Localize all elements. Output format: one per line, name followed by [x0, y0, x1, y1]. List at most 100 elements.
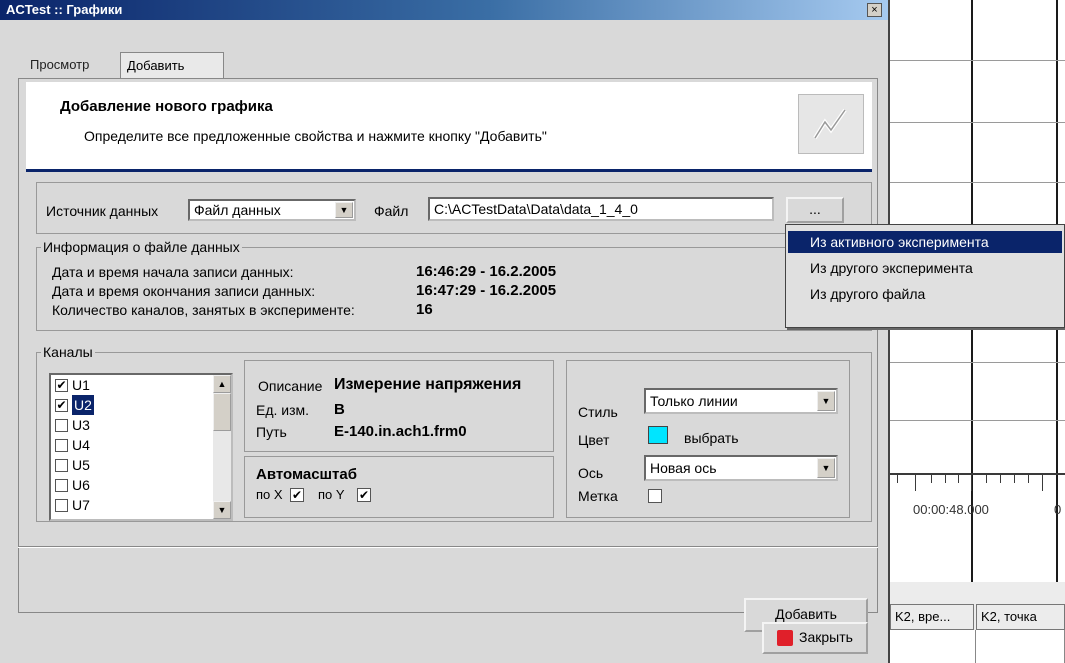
list-item[interactable]: U5: [51, 455, 231, 475]
channel-checkbox[interactable]: [55, 478, 68, 492]
time-axis-label-cut: 0: [1054, 502, 1062, 517]
browse-button[interactable]: ...: [786, 197, 844, 223]
axis-tick: [958, 475, 959, 483]
mark-label: Метка: [578, 488, 618, 504]
channel-label: U1: [72, 377, 90, 393]
plot-grid-line: [887, 122, 1065, 123]
color-label: Цвет: [578, 432, 610, 448]
channel-label: U7: [72, 497, 90, 513]
source-select[interactable]: Файл данных ▼: [188, 199, 356, 221]
axis-tick: [971, 475, 972, 491]
page-title: Добавление нового графика: [60, 98, 273, 115]
scroll-up-icon[interactable]: ▲: [213, 375, 231, 393]
channels-group-label: Каналы: [41, 344, 95, 360]
list-item[interactable]: ✔ U1: [51, 375, 231, 395]
channel-count-value: 16: [416, 301, 433, 318]
axis-tick: [897, 475, 898, 483]
axis-tick: [1014, 475, 1015, 483]
list-item[interactable]: U3: [51, 415, 231, 435]
description-label: Описание: [258, 378, 323, 394]
axis-label: Ось: [578, 465, 604, 481]
plot-grid-line: [887, 182, 1065, 183]
channel-label: U2: [72, 395, 94, 415]
scroll-thumb[interactable]: [213, 393, 231, 431]
channel-list-scrollbar[interactable]: ▲ ▼: [213, 375, 231, 519]
channel-label: U6: [72, 477, 90, 493]
source-popup-menu: Из активного эксперимента Из другого экс…: [785, 224, 1065, 328]
close-button-label: Закрыть: [799, 629, 853, 645]
close-icon[interactable]: ×: [867, 3, 882, 17]
stop-icon: [777, 630, 794, 647]
path-label: Путь: [256, 424, 287, 440]
end-time-label: Дата и время окончания записи данных:: [52, 283, 316, 299]
style-select-value: Только линии: [650, 393, 738, 409]
channel-checkbox[interactable]: [55, 418, 68, 432]
list-item[interactable]: U4: [51, 435, 231, 455]
chevron-down-icon[interactable]: ▼: [335, 202, 353, 218]
channel-checkbox[interactable]: ✔: [55, 398, 68, 412]
title-bar[interactable]: ACTest :: Графики ×: [0, 0, 888, 20]
tab-add[interactable]: Добавить: [120, 52, 224, 78]
axis-tick: [1042, 475, 1043, 491]
plot-grid-line: [887, 60, 1065, 61]
autoscale-x-checkbox[interactable]: ✔: [290, 488, 304, 502]
tab-view[interactable]: Просмотр: [24, 52, 120, 78]
menu-item-active-experiment[interactable]: Из активного эксперимента: [788, 231, 1062, 253]
channel-checkbox[interactable]: [55, 458, 68, 472]
chevron-down-icon[interactable]: ▼: [817, 458, 835, 478]
mark-checkbox[interactable]: [648, 489, 662, 503]
close-button[interactable]: Закрыть: [762, 622, 868, 654]
menu-item-other-experiment[interactable]: Из другого эксперимента: [788, 257, 1062, 279]
unit-label: Ед. изм.: [256, 402, 310, 418]
divider: [18, 546, 878, 548]
color-swatch[interactable]: [648, 426, 668, 444]
autoscale-y-checkbox[interactable]: ✔: [357, 488, 371, 502]
axis-select[interactable]: Новая ось ▼: [644, 455, 838, 481]
axis-tick: [1000, 475, 1001, 483]
channel-label: U4: [72, 437, 90, 453]
file-label: Файл: [374, 203, 409, 219]
time-axis-label: 00:00:48.000: [913, 502, 989, 517]
list-item[interactable]: U6: [51, 475, 231, 495]
chevron-down-icon[interactable]: ▼: [817, 391, 835, 411]
end-time-value: 16:47:29 - 16.2.2005: [416, 282, 557, 299]
axis-tick: [986, 475, 987, 483]
channel-label: U5: [72, 457, 90, 473]
menu-item-other-file[interactable]: Из другого файла: [788, 283, 1062, 305]
grid-cell[interactable]: [976, 630, 1065, 663]
scroll-down-icon[interactable]: ▼: [213, 501, 231, 519]
list-item[interactable]: U7: [51, 495, 231, 515]
chart-wizard-icon: [798, 94, 864, 154]
window-title: ACTest :: Графики: [6, 2, 123, 17]
axis-tick: [1028, 475, 1029, 483]
channel-checkbox[interactable]: [55, 498, 68, 512]
column-header[interactable]: K2, вре...: [890, 604, 974, 630]
path-value: E-140.in.ach1.frm0: [334, 423, 467, 440]
autoscale-x-label: по X: [256, 487, 283, 502]
channel-checkbox[interactable]: [55, 438, 68, 452]
color-choose-link[interactable]: выбрать: [684, 430, 739, 446]
column-header[interactable]: K2, точка: [976, 604, 1065, 630]
source-select-value: Файл данных: [194, 202, 281, 218]
channel-checkbox[interactable]: ✔: [55, 378, 68, 392]
axis-tick: [915, 475, 916, 491]
unit-value: В: [334, 401, 345, 418]
list-item[interactable]: ✔ U2: [51, 395, 231, 415]
grid-cell[interactable]: [890, 630, 976, 663]
plot-grid-line: [887, 362, 1065, 363]
description-value: Измерение напряжения: [334, 376, 522, 393]
axis-tick: [945, 475, 946, 483]
start-time-value: 16:46:29 - 16.2.2005: [416, 263, 557, 280]
channel-label: U3: [72, 417, 90, 433]
file-info-group-label: Информация о файле данных: [41, 239, 242, 255]
channel-list[interactable]: ✔ U1 ✔ U2 U3 U4 U5 U6 U7 ▲ ▼: [49, 373, 233, 521]
autoscale-y-label: по Y: [318, 487, 345, 502]
wizard-header: Добавление нового графика Определите все…: [26, 82, 872, 172]
file-path-field[interactable]: C:\ACTestData\Data\data_1_4_0: [428, 197, 774, 221]
autoscale-title: Автомасштаб: [256, 466, 358, 483]
plot-grid-line: [887, 420, 1065, 421]
charts-dialog: ACTest :: Графики × Просмотр Добавить До…: [0, 0, 890, 663]
style-select[interactable]: Только линии ▼: [644, 388, 838, 414]
axis-tick: [931, 475, 932, 483]
page-subtitle: Определите все предложенные свойства и н…: [84, 128, 547, 144]
